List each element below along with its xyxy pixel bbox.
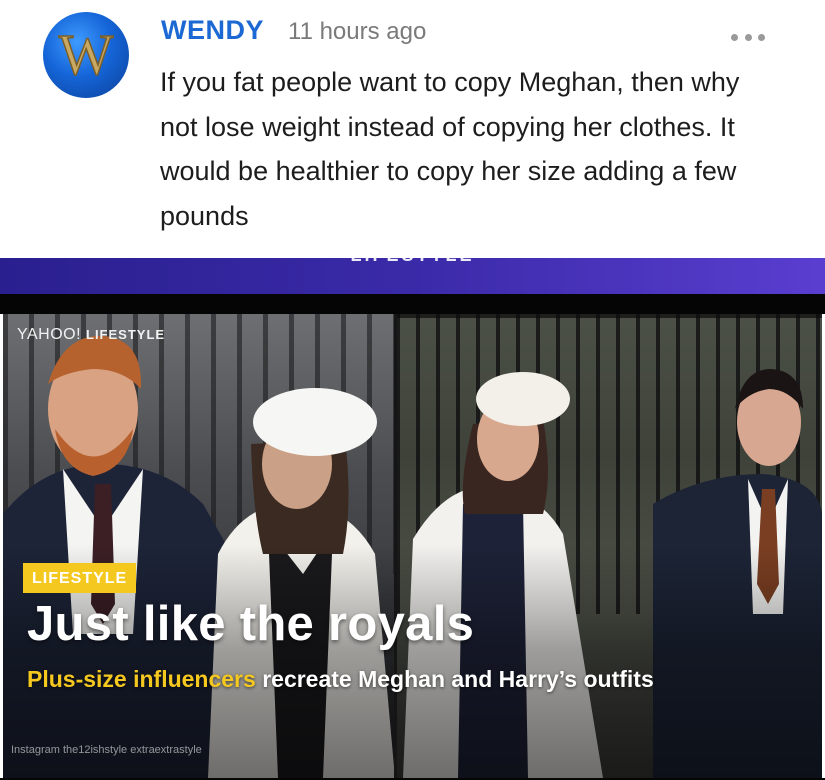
subheadline-highlight: Plus-size influencers [27, 666, 256, 692]
photo-credit: Instagram the12ishstyle extraextrastyle [11, 744, 202, 756]
woman-left-beret [253, 388, 377, 456]
video-subheadline: Plus-size influencers recreate Meghan an… [27, 666, 654, 693]
more-dot [744, 33, 752, 41]
category-tag: LIFESTYLE [23, 563, 137, 593]
brand-section: LIFESTYLE [86, 327, 166, 342]
section-header-strip: LIFESTYLE [0, 258, 825, 294]
comment-card: W WENDY 11 hours ago If you fat people w… [0, 0, 825, 258]
video-headline: Just like the royals [27, 597, 475, 651]
avatar-w-logo-icon: W [58, 21, 115, 88]
comment-body: If you fat people want to copy Meghan, t… [160, 67, 740, 231]
comment-author[interactable]: WENDY [161, 15, 264, 46]
video-thumbnail[interactable]: YAHOO! LIFESTYLE LIFESTYLE Just like the… [3, 314, 822, 778]
media-top-border [0, 294, 825, 314]
woman-right-beret [476, 372, 570, 426]
brand-main: YAHOO! [17, 326, 82, 343]
subheadline-rest: recreate Meghan and Harry’s outfits [255, 666, 654, 692]
more-options-icon[interactable] [731, 32, 765, 42]
more-dot [758, 33, 765, 41]
avatar-letter: W [59, 22, 114, 87]
more-dot [731, 33, 738, 41]
yahoo-lifestyle-logo: YAHOO! LIFESTYLE [17, 326, 165, 344]
comment-header: WENDY 11 hours ago [161, 15, 426, 46]
user-avatar[interactable]: W [43, 12, 129, 98]
comment-timestamp: 11 hours ago [288, 18, 427, 45]
section-header-label: LIFESTYLE [0, 258, 825, 266]
photo-divider [394, 314, 397, 778]
